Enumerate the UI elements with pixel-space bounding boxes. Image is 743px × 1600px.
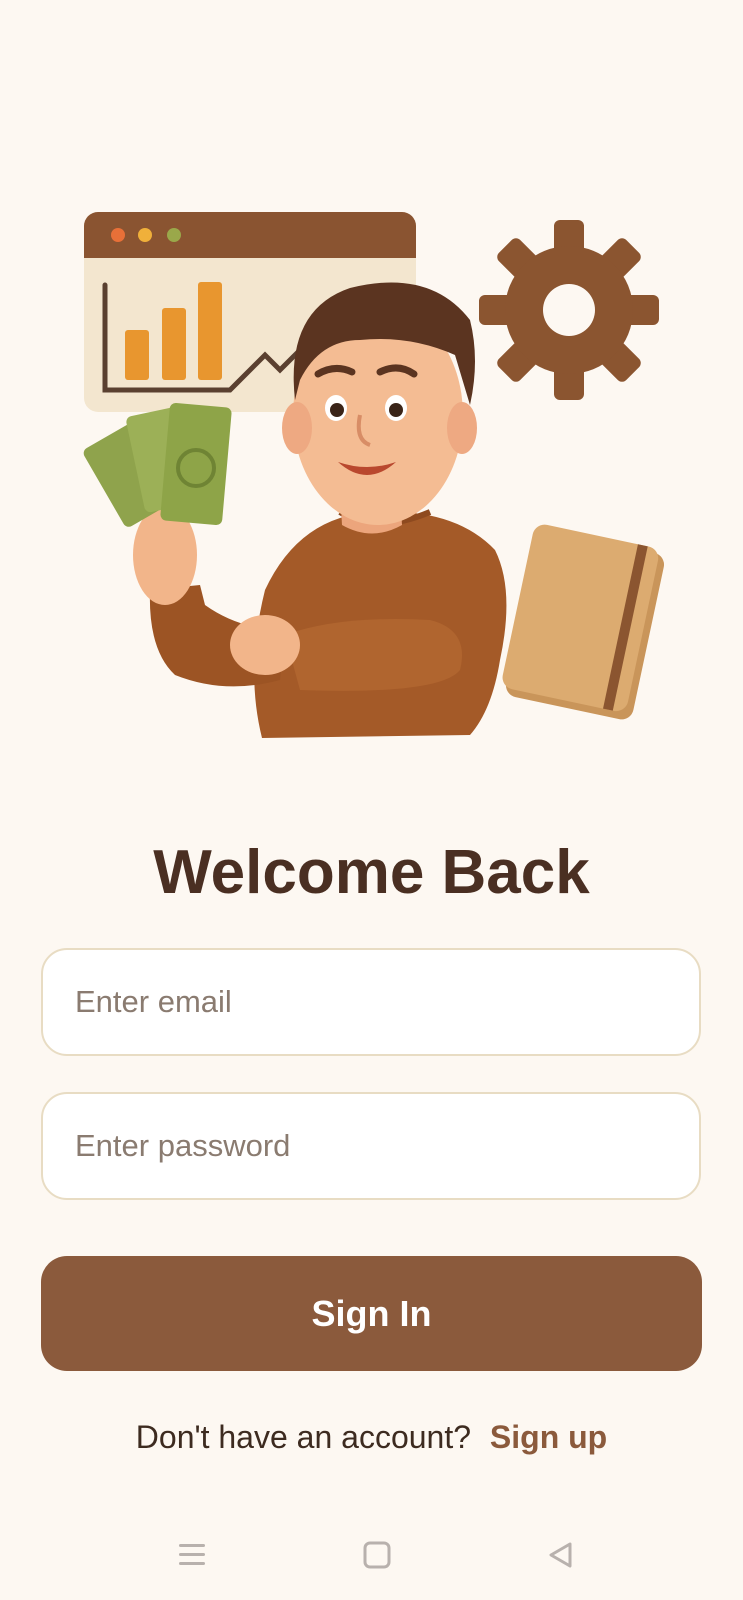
home-button[interactable]	[337, 1520, 417, 1590]
email-field[interactable]	[41, 948, 701, 1056]
signup-link[interactable]: Sign up	[490, 1419, 607, 1455]
hero-illustration	[83, 212, 665, 738]
back-icon	[549, 1542, 572, 1568]
password-field[interactable]	[41, 1092, 701, 1200]
signup-prompt-text: Don't have an account?	[135, 1419, 472, 1455]
notebook-illustration	[502, 524, 665, 720]
menu-icon	[179, 1544, 205, 1565]
sign-in-button[interactable]: Sign In	[41, 1256, 702, 1371]
menu-button[interactable]	[152, 1520, 232, 1590]
home-icon	[363, 1541, 391, 1569]
signup-prompt: Don't have an account? Sign up	[0, 1417, 743, 1457]
gear-icon	[479, 220, 659, 400]
page-title: Welcome Back	[153, 838, 590, 907]
system-navigation-bar	[0, 1520, 743, 1590]
back-button[interactable]	[520, 1520, 600, 1590]
login-screen: Welcome Back Sign In Don't have an accou…	[0, 0, 743, 1600]
